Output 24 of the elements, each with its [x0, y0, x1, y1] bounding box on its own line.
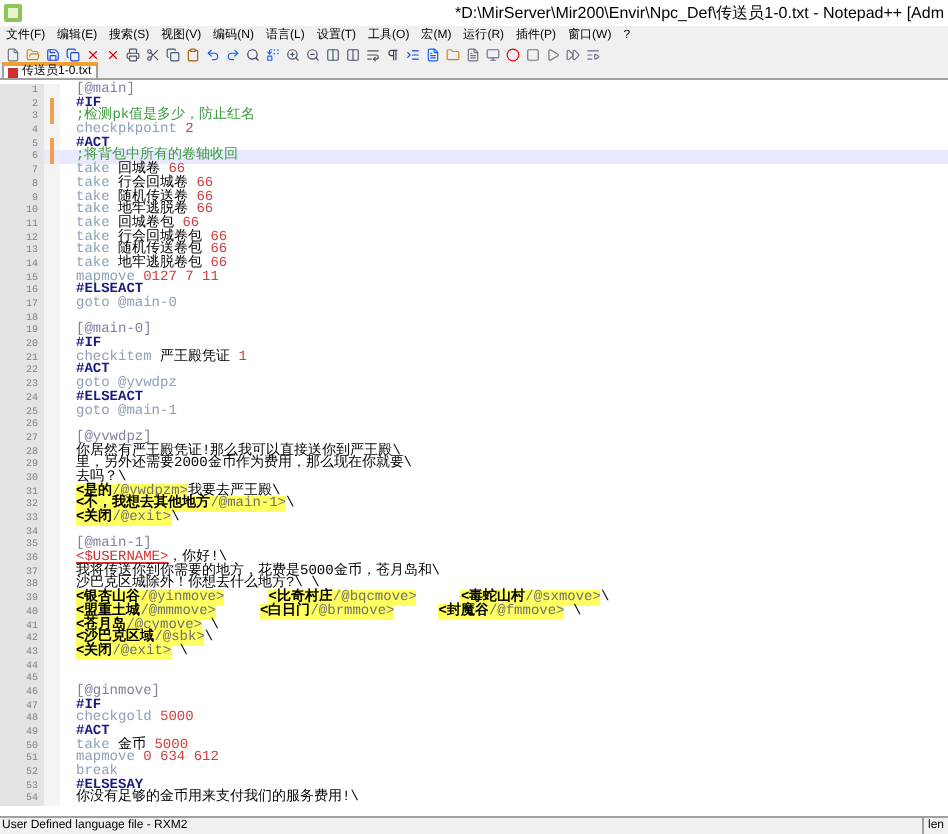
close-icon[interactable]	[86, 47, 100, 61]
print-icon[interactable]	[126, 47, 140, 61]
save-icon[interactable]	[46, 47, 60, 61]
document-icon[interactable]	[426, 47, 440, 61]
word-wrap-icon[interactable]	[366, 47, 380, 61]
window-title: *D:\MirServer\Mir200\Envir\Npc_Def\传送员1-0.txt - Notepad++ [Adm	[454, 1, 944, 25]
app-icon	[4, 4, 22, 22]
record-icon[interactable]	[506, 47, 520, 61]
file-icon	[8, 67, 18, 77]
redo-icon[interactable]	[226, 47, 240, 61]
search-icon[interactable]	[246, 47, 260, 61]
new-file-icon[interactable]	[6, 47, 20, 61]
copy-icon[interactable]	[166, 47, 180, 61]
stop-icon[interactable]	[526, 47, 540, 61]
zoom-out-icon[interactable]	[306, 47, 320, 61]
folder-icon[interactable]	[446, 47, 460, 61]
play-icon[interactable]	[546, 47, 560, 61]
show-symbols-icon[interactable]	[386, 47, 400, 61]
cut-icon[interactable]	[146, 47, 160, 61]
undo-icon[interactable]	[206, 47, 220, 61]
monitor-icon[interactable]	[486, 47, 500, 61]
zoom-in-icon[interactable]	[286, 47, 300, 61]
open-folder-icon[interactable]	[26, 47, 40, 61]
paste-icon[interactable]	[186, 47, 200, 61]
